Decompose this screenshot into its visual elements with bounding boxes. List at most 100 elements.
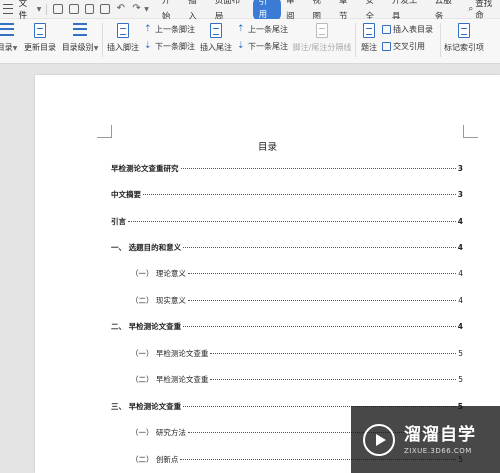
toc-leader	[183, 326, 456, 327]
ribbon-toolbar: 目录▼ 更新目录 目录级别▼ 插入脚注 ⇡上一条脚注 ⇣下一条脚注 插入尾注 ⇡…	[0, 19, 500, 64]
table-of-figures-icon	[382, 25, 391, 34]
toc-entry-page: 4	[457, 217, 463, 226]
update-toc-button[interactable]: 更新目录	[22, 19, 58, 59]
toc-entry-text: （一） 理论意义	[131, 269, 186, 278]
caption-button[interactable]: 题注	[359, 19, 379, 59]
divider	[440, 23, 441, 57]
toc-leader	[210, 379, 457, 380]
prev-endnote-button[interactable]: ⇡ 上一条尾注	[237, 24, 288, 35]
insert-footnote-label: 插入脚注	[107, 43, 139, 52]
toc-entry-text: （一） 研究方法	[131, 428, 186, 437]
toc-entry-page: 4	[457, 322, 463, 331]
cross-reference-icon	[382, 42, 391, 51]
redo-icon[interactable]: ↷	[132, 4, 142, 14]
divider	[46, 3, 48, 15]
ribbon-tabs: 开始 插入 页面布局 引用 审阅 视图 章节 安全 开发工具 云服务	[157, 0, 465, 22]
print-icon[interactable]	[68, 4, 79, 14]
toc-entry-text: 二、 早检测论文查重	[111, 322, 182, 331]
insert-endnote-button[interactable]: 插入尾注	[199, 19, 233, 59]
toc-entry[interactable]: （一） 理论意义 4	[131, 268, 463, 279]
prev-endnote-label: 上一条尾注	[248, 25, 288, 34]
caption-icon	[363, 23, 375, 38]
toc-level-label: 目录级别	[61, 43, 94, 52]
toc-leader	[143, 194, 456, 195]
menu-icon[interactable]	[3, 4, 13, 14]
toc-entry[interactable]: 中文摘要 3	[111, 189, 463, 200]
toc-entry[interactable]: （二） 早检测论文查重 5	[131, 374, 463, 385]
insert-footnote-button[interactable]: 插入脚注	[106, 19, 140, 59]
save-icon[interactable]	[53, 4, 63, 14]
arrow-down-icon: ⇣	[237, 41, 245, 51]
toc-entry-text: （二） 创新点	[131, 455, 179, 464]
toc-label: 目录	[0, 43, 13, 52]
toc-entry-page: 4	[458, 269, 463, 278]
mark-index-button[interactable]: 标记索引项	[444, 19, 484, 59]
toc-entry[interactable]: 早检测论文查重研究 3	[111, 163, 463, 174]
toc-level-button[interactable]: 目录级别▼	[61, 19, 99, 59]
chevron-down-icon: ▼	[93, 45, 99, 52]
footnote-separator-button[interactable]: 脚注/尾注分隔线	[292, 19, 352, 59]
watermark: 溜溜自学 ZIXUE.3D66.COM	[351, 406, 500, 473]
toc-leader	[183, 247, 456, 248]
insert-endnote-label: 插入尾注	[200, 43, 232, 52]
file-menu-label: 文件	[18, 0, 28, 21]
margin-corner-mark	[97, 125, 112, 138]
caption-label: 题注	[361, 43, 377, 52]
next-endnote-label: 下一条尾注	[248, 42, 288, 51]
menu-bar: 文件 ▼ ↶ ↷ ▼ 开始 插入 页面布局 引用 审阅 视图 章节 安全 开发工…	[0, 0, 500, 22]
divider	[102, 23, 103, 57]
mark-index-label: 标记索引项	[444, 43, 484, 52]
divider	[355, 23, 356, 57]
mark-index-icon	[458, 23, 470, 38]
undo-icon[interactable]: ↶	[116, 4, 126, 14]
footnote-separator-icon	[316, 23, 328, 38]
toc-entry-page: 3	[457, 190, 463, 199]
toc-leader	[128, 221, 456, 222]
toc-button[interactable]: 目录▼	[0, 19, 18, 59]
format-painter-icon[interactable]	[100, 4, 111, 14]
search-label: 查找命	[475, 0, 493, 21]
toc-title: 目录	[257, 142, 277, 153]
toc-entry[interactable]: （二） 现实意义 4	[131, 295, 463, 306]
toc-entry-text: 早检测论文查重研究	[111, 164, 179, 173]
toc-entry-text: （一） 早检测论文查重	[131, 349, 209, 358]
toc-entry[interactable]: 二、 早检测论文查重 4	[111, 321, 463, 332]
next-footnote-label: 下一条脚注	[155, 42, 195, 51]
insert-endnote-icon	[210, 23, 222, 38]
play-logo-icon	[363, 423, 395, 456]
arrow-up-icon: ⇡	[237, 24, 245, 34]
print-preview-icon[interactable]	[84, 4, 95, 14]
insert-table-of-figures-button[interactable]: 插入表目录	[382, 24, 433, 35]
watermark-url: ZIXUE.3D66.COM	[404, 446, 472, 455]
toc-entry-text: 一、 选题目的和意义	[111, 243, 182, 252]
cross-reference-label: 交叉引用	[393, 42, 425, 51]
toc-entry-text: 引言	[111, 217, 126, 226]
chevron-down-icon: ▼	[36, 5, 42, 13]
toc-entry-text: 中文摘要	[111, 190, 141, 199]
toc-entry-text: （二） 早检测论文查重	[131, 375, 209, 384]
cross-reference-button[interactable]: 交叉引用	[382, 41, 433, 52]
insert-footnote-icon	[117, 23, 129, 38]
prev-footnote-button[interactable]: ⇡ 上一条脚注	[144, 24, 195, 35]
update-toc-label: 更新目录	[24, 43, 56, 52]
insert-table-of-figures-label: 插入表目录	[393, 25, 433, 34]
next-endnote-button[interactable]: ⇣ 下一条尾注	[237, 41, 288, 52]
toc-entry[interactable]: （一） 早检测论文查重 5	[131, 348, 463, 359]
toc-entry-page: 4	[458, 296, 463, 305]
search-command[interactable]: ⌕ 查找命	[468, 0, 500, 21]
toc-leader	[187, 300, 457, 301]
arrow-up-icon: ⇡	[144, 24, 152, 34]
margin-corner-mark	[463, 125, 478, 138]
toc-leader	[187, 273, 457, 274]
toc-leader	[210, 353, 457, 354]
toc-entry-page: 5	[458, 349, 463, 358]
toc-entry[interactable]: 一、 选题目的和意义 4	[111, 242, 463, 253]
next-footnote-button[interactable]: ⇣ 下一条脚注	[144, 41, 195, 52]
toc-leader	[180, 168, 456, 169]
quick-access-dropdown-icon[interactable]: ▼	[144, 6, 149, 13]
toc-entry-page: 3	[457, 164, 463, 173]
update-toc-icon	[34, 23, 46, 38]
toc-entry[interactable]: 引言 4	[111, 216, 463, 227]
file-menu-button[interactable]: 文件 ▼	[17, 0, 44, 21]
toc-level-icon	[73, 23, 87, 36]
